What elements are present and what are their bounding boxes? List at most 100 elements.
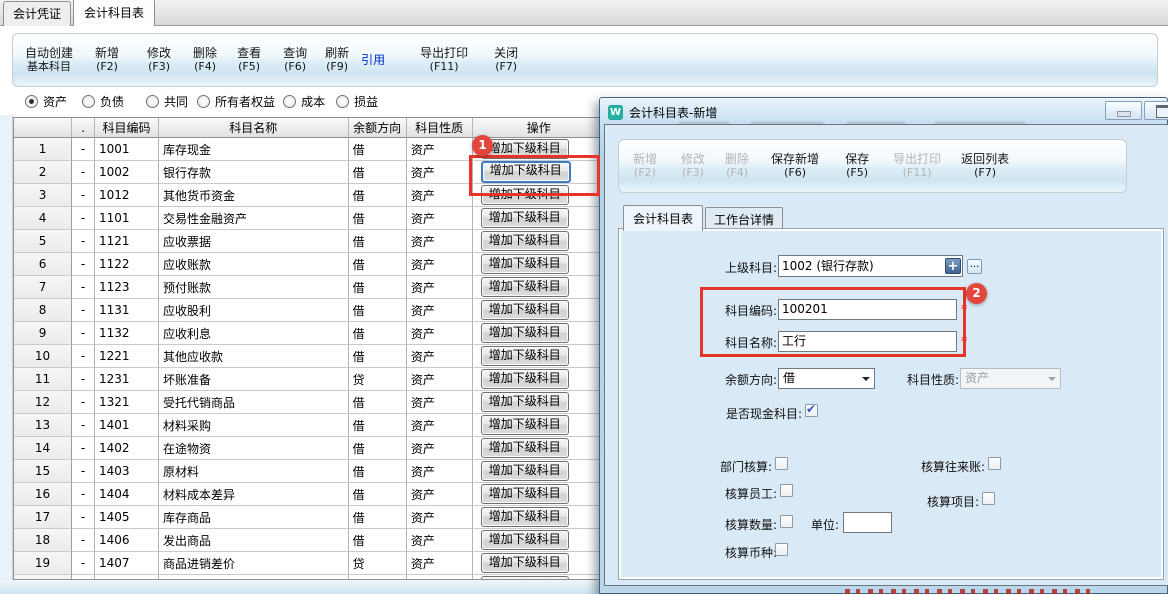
table-row[interactable]: 13-1401材料采购借资产增加下级科目 <box>14 414 606 437</box>
toolbar-button-4[interactable]: 保存(F5) <box>845 152 869 180</box>
balance-direction-cell: 借 <box>349 230 407 253</box>
quantity-accounting-checkbox[interactable]: ✔ <box>780 515 793 528</box>
parent-account-field[interactable]: 1002 (银行存款) <box>778 255 963 277</box>
tab-chart-of-accounts[interactable]: 会计科目表 <box>73 0 155 26</box>
dialog-tab-chart-of-accounts[interactable]: 会计科目表 <box>623 205 703 231</box>
table-row[interactable]: 20-1408委托加工物资借资产增加下级科目 <box>14 575 606 580</box>
toolbar-button-6[interactable]: 刷新(F9) <box>325 46 349 74</box>
table-row[interactable]: 9-1132应收利息借资产增加下级科目 <box>14 322 606 345</box>
table-row[interactable]: 12-1321受托代销商品借资产增加下级科目 <box>14 391 606 414</box>
table-header-direction: 余额方向 <box>349 118 407 138</box>
currency-accounting-checkbox[interactable]: ✔ <box>775 543 788 556</box>
unit-input[interactable] <box>843 512 892 533</box>
row-number-cell: 8 <box>14 299 72 322</box>
table-row[interactable]: 17-1405库存商品借资产增加下级科目 <box>14 506 606 529</box>
add-sub-account-button[interactable]: 增加下级科目 <box>481 300 569 320</box>
partner-accounting-checkbox[interactable]: ✔ <box>988 457 1001 470</box>
table-row[interactable]: 16-1404材料成本差异借资产增加下级科目 <box>14 483 606 506</box>
filter-radio-3[interactable]: 所有者权益 <box>197 93 275 110</box>
table-row[interactable]: 11-1231坏账准备贷资产增加下级科目 <box>14 368 606 391</box>
balance-direction-cell: 贷 <box>349 552 407 575</box>
toolbar-button-4[interactable]: 查看(F5) <box>237 46 261 74</box>
add-sub-account-button[interactable]: 增加下级科目 <box>481 231 569 251</box>
project-accounting-label: 核算项目: <box>904 493 979 510</box>
add-sub-account-button[interactable]: 增加下级科目 <box>481 323 569 343</box>
add-sub-account-button[interactable]: 增加下级科目 <box>481 438 569 458</box>
dept-accounting-checkbox[interactable]: ✔ <box>775 457 788 470</box>
minimize-icon <box>1117 111 1131 117</box>
table-row[interactable]: 18-1406发出商品借资产增加下级科目 <box>14 529 606 552</box>
filter-radio-1[interactable]: 负债 <box>82 93 124 110</box>
add-sub-account-button[interactable]: 增加下级科目 <box>481 277 569 297</box>
add-sub-account-button[interactable]: 增加下级科目 <box>481 415 569 435</box>
maximize-button[interactable] <box>1144 101 1168 120</box>
toolbar-button-3[interactable]: 删除(F4) <box>193 46 217 74</box>
add-sub-account-button[interactable]: 增加下级科目 <box>481 507 569 527</box>
add-parent-icon[interactable]: + <box>945 258 961 274</box>
toolbar-button-5[interactable]: 查询(F6) <box>283 46 307 74</box>
employee-accounting-checkbox[interactable]: ✔ <box>780 484 793 497</box>
table-row[interactable]: 2-1002银行存款借资产增加下级科目 <box>14 161 606 184</box>
toolbar-button-9[interactable]: 关闭(F7) <box>494 46 518 74</box>
add-sub-account-button[interactable]: 增加下级科目 <box>481 576 569 580</box>
add-sub-account-button[interactable]: 增加下级科目 <box>481 185 569 205</box>
table-row[interactable]: 8-1131应收股利借资产增加下级科目 <box>14 299 606 322</box>
unit-label: 单位: <box>805 516 839 533</box>
add-sub-account-button[interactable]: 增加下级科目 <box>481 553 569 573</box>
table-row[interactable]: 14-1402在途物资借资产增加下级科目 <box>14 437 606 460</box>
is-cash-checkbox[interactable]: ✔ <box>805 404 818 417</box>
add-sub-account-button[interactable]: 增加下级科目 <box>481 208 569 228</box>
account-code-input[interactable]: 100201 <box>778 299 957 320</box>
table-row[interactable]: 3-1012其他货币资金借资产增加下级科目 <box>14 184 606 207</box>
table-row[interactable]: 1-1001库存现金借资产增加下级科目 <box>14 138 606 161</box>
add-sub-account-button[interactable]: 增加下级科目 <box>481 530 569 550</box>
table-row[interactable]: 6-1122应收账款借资产增加下级科目 <box>14 253 606 276</box>
toolbar-button-3[interactable]: 保存新增(F6) <box>771 152 819 180</box>
add-sub-account-button[interactable]: 增加下级科目 <box>481 346 569 366</box>
row-number-cell: 18 <box>14 529 72 552</box>
toolbar-button-0[interactable]: 自动创建基本科目 <box>25 46 73 74</box>
add-sub-account-button[interactable]: 增加下级科目 <box>481 392 569 412</box>
toolbar-button-5: 导出打印(F11) <box>893 152 941 180</box>
add-sub-account-button[interactable]: 增加下级科目 <box>481 484 569 504</box>
toolbar-button-1[interactable]: 新增(F2) <box>95 46 119 74</box>
table-row[interactable]: 7-1123预付账款借资产增加下级科目 <box>14 276 606 299</box>
radio-icon <box>336 95 349 108</box>
balance-direction-select[interactable]: 借 <box>778 368 875 389</box>
filter-radio-0[interactable]: 资产 <box>25 93 67 110</box>
table-row[interactable]: 10-1221其他应收款借资产增加下级科目 <box>14 345 606 368</box>
toolbar-button-shortcut: (F5) <box>845 166 869 180</box>
action-cell: 增加下级科目 <box>473 506 606 529</box>
dialog-titlebar[interactable]: W 会计科目表-新增 <box>608 103 717 121</box>
toolbar-button-2[interactable]: 修改(F3) <box>147 46 171 74</box>
add-sub-account-button[interactable]: 增加下级科目 <box>481 139 569 159</box>
toolbar-button-0: 新增(F2) <box>633 152 657 180</box>
account-name-input[interactable]: 工行 <box>778 331 957 352</box>
add-sub-account-button[interactable]: 增加下级科目 <box>481 461 569 481</box>
row-number-cell: 5 <box>14 230 72 253</box>
table-row[interactable]: 15-1403原材料借资产增加下级科目 <box>14 460 606 483</box>
browse-parent-button[interactable]: ... <box>967 259 982 274</box>
add-sub-account-button[interactable]: 增加下级科目 <box>481 161 571 183</box>
toolbar-button-7[interactable]: 引用 <box>361 53 385 67</box>
toolbar-button-8[interactable]: 导出打印(F11) <box>420 46 468 74</box>
tab-vouchers[interactable]: 会计凭证 <box>3 1 71 26</box>
table-row[interactable]: 4-1101交易性金融资产借资产增加下级科目 <box>14 207 606 230</box>
filter-radio-5[interactable]: 损益 <box>336 93 378 110</box>
table-row[interactable]: 19-1407商品进销差价贷资产增加下级科目 <box>14 552 606 575</box>
toolbar-button-label: 关闭 <box>494 46 518 60</box>
add-sub-account-button[interactable]: 增加下级科目 <box>481 254 569 274</box>
tree-toggle-cell: - <box>72 575 95 580</box>
project-accounting-checkbox[interactable]: ✔ <box>982 492 995 505</box>
dialog-toolbar: 新增(F2)修改(F3)删除(F4)保存新增(F6)保存(F5)导出打印(F11… <box>618 139 1127 193</box>
balance-direction-cell: 借 <box>349 506 407 529</box>
table-row[interactable]: 5-1121应收票据借资产增加下级科目 <box>14 230 606 253</box>
toolbar-button-6[interactable]: 返回列表(F7) <box>961 152 1009 180</box>
account-code-cell: 1403 <box>95 460 159 483</box>
minimize-button[interactable] <box>1105 101 1142 120</box>
filter-radio-4[interactable]: 成本 <box>283 93 325 110</box>
table-header-nature: 科目性质 <box>407 118 473 138</box>
add-sub-account-button[interactable]: 增加下级科目 <box>481 369 569 389</box>
filter-radio-2[interactable]: 共同 <box>146 93 188 110</box>
toolbar-button-shortcut: (F4) <box>193 60 217 74</box>
